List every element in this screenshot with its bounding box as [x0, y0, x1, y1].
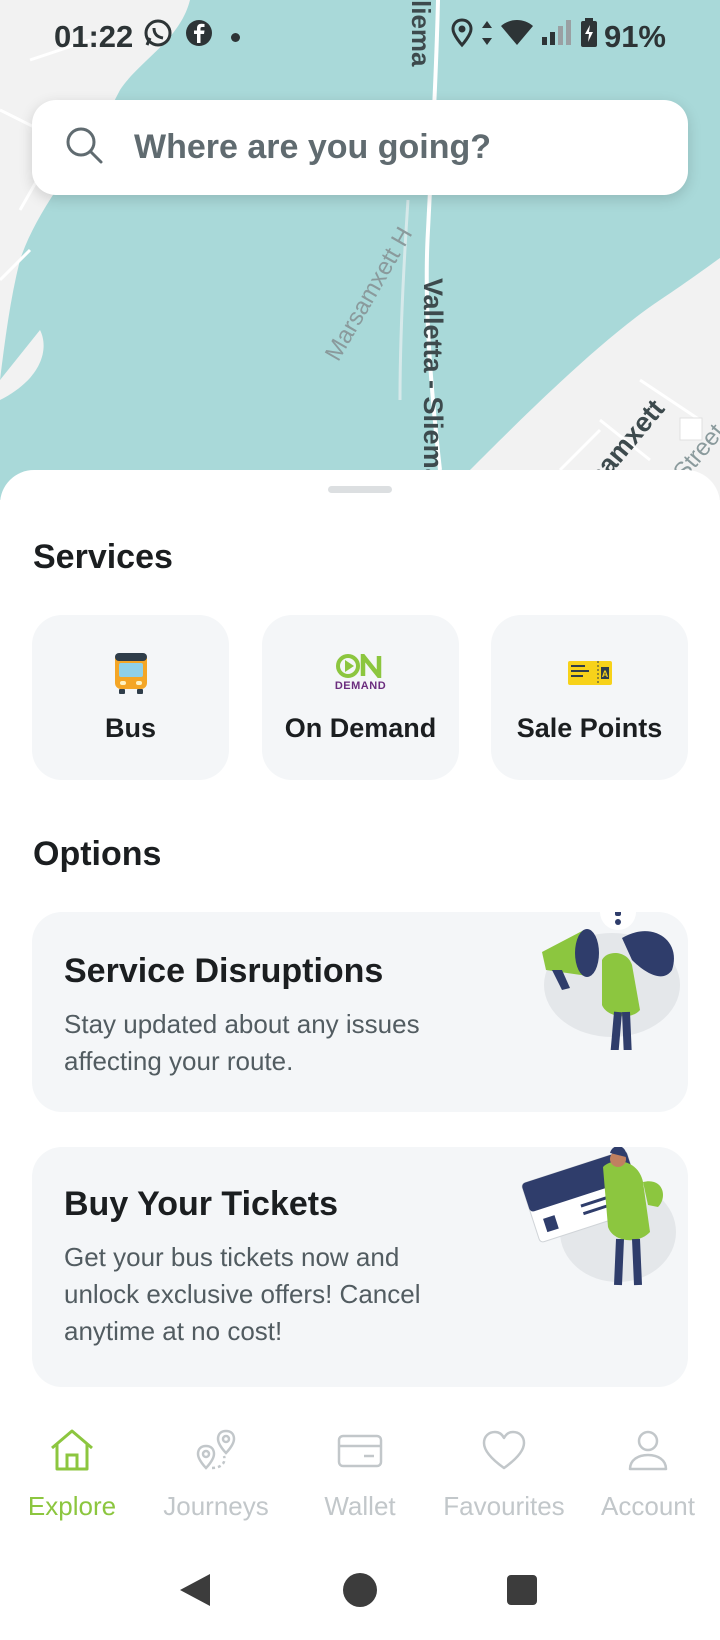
nav-item-wallet[interactable]: Wallet: [288, 1420, 432, 1530]
location-icon: [450, 18, 474, 56]
service-card-sale-points[interactable]: A Sale Points: [491, 615, 688, 780]
search-input[interactable]: Where are you going?: [134, 128, 491, 167]
bottom-navigation: Explore Journeys Wallet Favourites Accou…: [0, 1420, 720, 1530]
services-heading: Services: [33, 538, 173, 576]
nav-label-wallet: Wallet: [324, 1491, 396, 1521]
nav-item-account[interactable]: Account: [576, 1420, 720, 1530]
option-card-buy-tickets[interactable]: Buy Your Tickets Get your bus tickets no…: [32, 1147, 688, 1387]
service-card-on-demand[interactable]: DEMAND On Demand: [262, 615, 459, 780]
service-label-bus: Bus: [104, 713, 156, 743]
user-icon: [624, 1428, 672, 1477]
facebook-icon: [185, 19, 213, 55]
on-demand-logo-text: DEMAND: [334, 680, 387, 692]
service-label-on-demand: On Demand: [284, 713, 437, 743]
service-label-sale-points: Sale Points: [516, 713, 663, 743]
home-icon: [48, 1428, 96, 1477]
search-bar[interactable]: Where are you going?: [32, 100, 688, 195]
option-desc-service-disruptions: Stay updated about any issues affecting …: [64, 1009, 420, 1076]
home-button-icon[interactable]: [342, 1572, 378, 1613]
nav-label-journeys: Journeys: [163, 1491, 269, 1521]
ticket-icon: A: [567, 651, 613, 695]
back-icon[interactable]: [178, 1572, 212, 1613]
nav-item-explore[interactable]: Explore: [0, 1420, 144, 1530]
options-heading: Options: [33, 835, 162, 873]
battery-icon: [580, 18, 598, 56]
map-label-road-main: Valletta - Sliema: [418, 278, 448, 484]
service-card-bus[interactable]: Bus: [32, 615, 229, 780]
svg-text:A: A: [601, 669, 608, 679]
nav-item-favourites[interactable]: Favourites: [432, 1420, 576, 1530]
nav-label-explore: Explore: [27, 1491, 117, 1521]
nav-label-favourites: Favourites: [443, 1491, 565, 1521]
map-view[interactable]: liema Valletta - Sliema Marsamxett H rsa…: [0, 0, 720, 500]
bus-icon: [111, 651, 151, 695]
option-desc-buy-tickets: Get your bus tickets now and unlock excl…: [64, 1242, 421, 1346]
on-demand-logo: DEMAND: [335, 651, 386, 695]
map-land: [0, 0, 720, 500]
signal-icon: [540, 19, 574, 55]
nav-label-account: Account: [601, 1491, 695, 1521]
whatsapp-icon: [143, 18, 173, 56]
search-icon: [64, 125, 104, 170]
status-bar: 01:22 91%: [0, 0, 720, 74]
nav-item-journeys[interactable]: Journeys: [144, 1420, 288, 1530]
battery-level: 91%: [603, 19, 666, 54]
option-card-service-disruptions[interactable]: Service Disruptions Stay updated about a…: [32, 912, 688, 1112]
megaphone-illustration: [522, 912, 682, 1059]
heart-icon: [480, 1428, 528, 1477]
option-title-service-disruptions: Service Disruptions: [64, 952, 384, 990]
tickets-illustration: [518, 1147, 678, 1302]
option-title-buy-tickets: Buy Your Tickets: [64, 1185, 338, 1223]
card-icon: [336, 1428, 384, 1477]
status-time: 01:22: [54, 19, 134, 54]
recents-icon[interactable]: [506, 1574, 538, 1611]
route-pins-icon: [192, 1428, 240, 1477]
system-navigation-bar: [0, 1550, 720, 1640]
sheet-drag-handle[interactable]: [328, 486, 392, 493]
notification-dot: [231, 32, 241, 42]
wifi-icon: [500, 19, 534, 55]
data-arrows-icon: [480, 19, 494, 55]
